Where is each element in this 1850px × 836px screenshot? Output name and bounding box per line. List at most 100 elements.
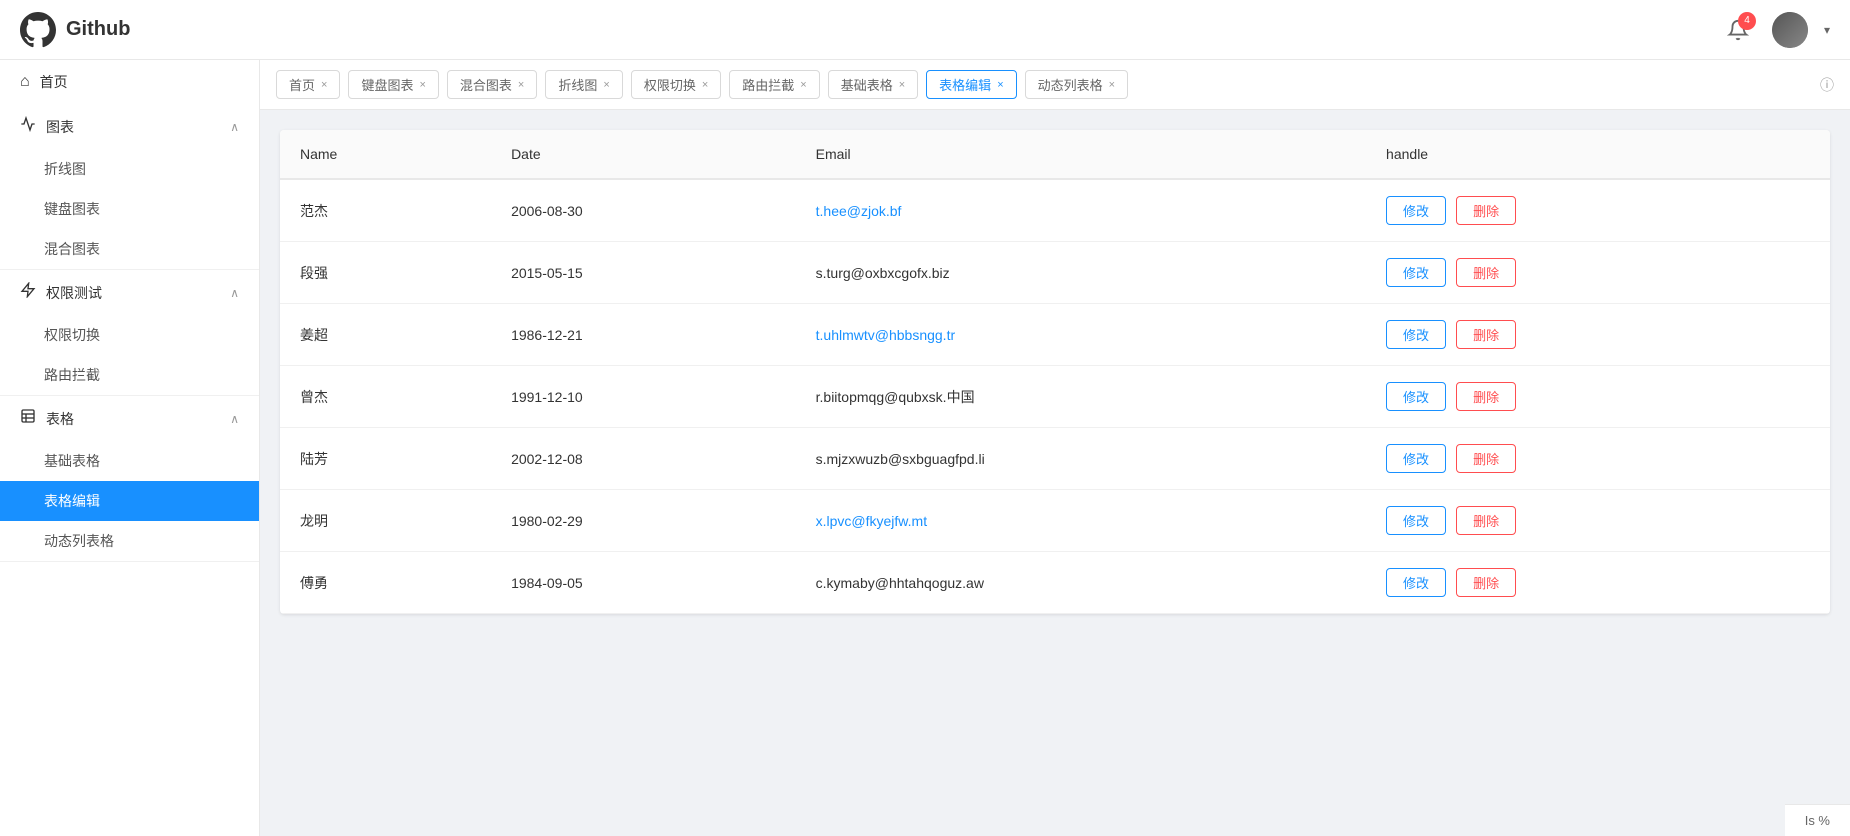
tab-bar: 首页×键盘图表×混合图表×折线图×权限切换×路由拦截×基础表格×表格编辑×动态列… bbox=[260, 60, 1850, 110]
tab-info-icon[interactable]: ⓘ bbox=[1820, 75, 1834, 95]
tab-close-permission-switch[interactable]: × bbox=[702, 79, 708, 91]
tab-item-dynamic-table[interactable]: 动态列表格× bbox=[1025, 70, 1128, 99]
col-header-email: Email bbox=[796, 130, 1366, 179]
sidebar-item-permission-switch[interactable]: 权限切换 bbox=[0, 315, 259, 355]
sidebar-item-home[interactable]: ⌂ 首页 bbox=[0, 60, 259, 104]
tab-close-line-chart[interactable]: × bbox=[603, 79, 609, 91]
dynamic-table-label: 动态列表格 bbox=[44, 531, 114, 551]
mixed-chart-label: 混合图表 bbox=[44, 239, 100, 259]
cell-email: s.turg@oxbxcgofx.biz bbox=[796, 242, 1366, 304]
permission-switch-label: 权限切换 bbox=[44, 325, 100, 345]
tab-item-route-guard[interactable]: 路由拦截 × bbox=[729, 70, 819, 99]
sidebar-item-dynamic-table[interactable]: 动态列表格 bbox=[0, 521, 259, 561]
tab-close-home[interactable]: × bbox=[321, 79, 327, 91]
notification-bell[interactable]: 4 bbox=[1720, 12, 1756, 48]
header: Github 4 ▾ bbox=[0, 0, 1850, 60]
sidebar: ⌂ 首页 图表 ∧ 折线图 键盘图表 混合图表 bbox=[0, 60, 260, 836]
table-icon bbox=[20, 408, 36, 429]
cell-email: x.lpvc@fkyejfw.mt bbox=[796, 490, 1366, 552]
edit-button[interactable]: 修改 bbox=[1386, 320, 1446, 349]
delete-button[interactable]: 删除 bbox=[1456, 258, 1516, 287]
handle-cell: 修改 删除 bbox=[1386, 382, 1810, 411]
tab-close-basic-table[interactable]: × bbox=[899, 79, 905, 91]
delete-button[interactable]: 删除 bbox=[1456, 320, 1516, 349]
sidebar-item-route-guard[interactable]: 路由拦截 bbox=[0, 355, 259, 395]
email-value: t.hee@zjok.bf bbox=[816, 203, 902, 219]
tab-close-dynamic-table[interactable]: × bbox=[1109, 79, 1115, 91]
header-right: 4 ▾ bbox=[1720, 12, 1830, 48]
table-row: 傅勇1984-09-05c.kymaby@hhtahqoguz.aw 修改 删除 bbox=[280, 552, 1830, 614]
avatar-image bbox=[1772, 12, 1808, 48]
edit-button[interactable]: 修改 bbox=[1386, 444, 1446, 473]
sidebar-item-table[interactable]: 表格 ∧ bbox=[0, 396, 259, 441]
table-row: 龙明1980-02-29x.lpvc@fkyejfw.mt 修改 删除 bbox=[280, 490, 1830, 552]
keyboard-chart-label: 键盘图表 bbox=[44, 199, 100, 219]
email-value: r.biitopmqg@qubxsk.中国 bbox=[816, 389, 975, 405]
delete-button[interactable]: 删除 bbox=[1456, 568, 1516, 597]
delete-button[interactable]: 删除 bbox=[1456, 196, 1516, 225]
cell-date: 2002-12-08 bbox=[491, 428, 796, 490]
cell-name: 曾杰 bbox=[280, 366, 491, 428]
tab-close-route-guard[interactable]: × bbox=[800, 79, 806, 91]
sidebar-item-charts[interactable]: 图表 ∧ bbox=[0, 104, 259, 149]
handle-cell: 修改 删除 bbox=[1386, 196, 1810, 225]
cell-name: 傅勇 bbox=[280, 552, 491, 614]
edit-button[interactable]: 修改 bbox=[1386, 568, 1446, 597]
tab-item-line-chart[interactable]: 折线图× bbox=[545, 70, 622, 99]
tab-close-mixed-chart[interactable]: × bbox=[518, 79, 524, 91]
sidebar-item-table-edit[interactable]: 表格编辑 bbox=[0, 481, 259, 521]
edit-button[interactable]: 修改 bbox=[1386, 382, 1446, 411]
tab-item-home[interactable]: 首页× bbox=[276, 70, 340, 99]
handle-cell: 修改 删除 bbox=[1386, 444, 1810, 473]
cell-handle: 修改 删除 bbox=[1366, 242, 1830, 304]
content-area: NameDateEmailhandle 范杰2006-08-30 t.hee@zj… bbox=[260, 110, 1850, 836]
tab-close-keyboard-chart[interactable]: × bbox=[419, 79, 425, 91]
edit-button[interactable]: 修改 bbox=[1386, 506, 1446, 535]
sidebar-item-mixed-chart[interactable]: 混合图表 bbox=[0, 229, 259, 269]
cell-email: r.biitopmqg@qubxsk.中国 bbox=[796, 366, 1366, 428]
cell-date: 1991-12-10 bbox=[491, 366, 796, 428]
edit-button[interactable]: 修改 bbox=[1386, 196, 1446, 225]
edit-button[interactable]: 修改 bbox=[1386, 258, 1446, 287]
cell-handle: 修改 删除 bbox=[1366, 366, 1830, 428]
sidebar-item-permissions[interactable]: 权限测试 ∧ bbox=[0, 270, 259, 315]
tab-item-mixed-chart[interactable]: 混合图表× bbox=[447, 70, 537, 99]
tab-item-table-edit[interactable]: 表格编辑 × bbox=[926, 70, 1016, 99]
sidebar-item-keyboard-chart[interactable]: 键盘图表 bbox=[0, 189, 259, 229]
tab-label: 路由拦截 bbox=[742, 75, 794, 94]
cell-name: 段强 bbox=[280, 242, 491, 304]
tab-item-keyboard-chart[interactable]: 键盘图表× bbox=[348, 70, 438, 99]
sidebar-group-table: 表格 ∧ 基础表格 表格编辑 动态列表格 bbox=[0, 396, 259, 562]
tab-close-table-edit[interactable]: × bbox=[997, 79, 1003, 91]
delete-button[interactable]: 删除 bbox=[1456, 444, 1516, 473]
email-value: s.turg@oxbxcgofx.biz bbox=[816, 265, 950, 281]
user-dropdown-arrow[interactable]: ▾ bbox=[1824, 23, 1830, 37]
tab-item-basic-table[interactable]: 基础表格 × bbox=[828, 70, 918, 99]
table-edit-label: 表格编辑 bbox=[44, 491, 100, 511]
user-avatar[interactable] bbox=[1772, 12, 1808, 48]
handle-cell: 修改 删除 bbox=[1386, 320, 1810, 349]
cell-date: 2006-08-30 bbox=[491, 179, 796, 242]
cell-handle: 修改 删除 bbox=[1366, 428, 1830, 490]
table-arrow-icon: ∧ bbox=[230, 412, 239, 426]
table-header-row: NameDateEmailhandle bbox=[280, 130, 1830, 179]
col-header-date: Date bbox=[491, 130, 796, 179]
col-header-name: Name bbox=[280, 130, 491, 179]
sidebar-permissions-label: 权限测试 bbox=[46, 283, 230, 303]
cell-name: 范杰 bbox=[280, 179, 491, 242]
data-table: NameDateEmailhandle 范杰2006-08-30 t.hee@zj… bbox=[280, 130, 1830, 614]
tab-label: 表格编辑 bbox=[939, 75, 991, 94]
sidebar-item-basic-table[interactable]: 基础表格 bbox=[0, 441, 259, 481]
delete-button[interactable]: 删除 bbox=[1456, 382, 1516, 411]
sidebar-item-line-chart[interactable]: 折线图 bbox=[0, 149, 259, 189]
delete-button[interactable]: 删除 bbox=[1456, 506, 1516, 535]
sidebar-group-charts: 图表 ∧ 折线图 键盘图表 混合图表 bbox=[0, 104, 259, 270]
tab-item-permission-switch[interactable]: 权限切换× bbox=[631, 70, 721, 99]
cell-email: s.mjzxwuzb@sxbguagfpd.li bbox=[796, 428, 1366, 490]
cell-email: t.uhlmwtv@hbbsngg.tr bbox=[796, 304, 1366, 366]
main-layout: ⌂ 首页 图表 ∧ 折线图 键盘图表 混合图表 bbox=[0, 60, 1850, 836]
main-content: 首页×键盘图表×混合图表×折线图×权限切换×路由拦截×基础表格×表格编辑×动态列… bbox=[260, 60, 1850, 836]
cell-handle: 修改 删除 bbox=[1366, 304, 1830, 366]
cell-name: 姜超 bbox=[280, 304, 491, 366]
tab-label: 基础表格 bbox=[841, 75, 893, 94]
